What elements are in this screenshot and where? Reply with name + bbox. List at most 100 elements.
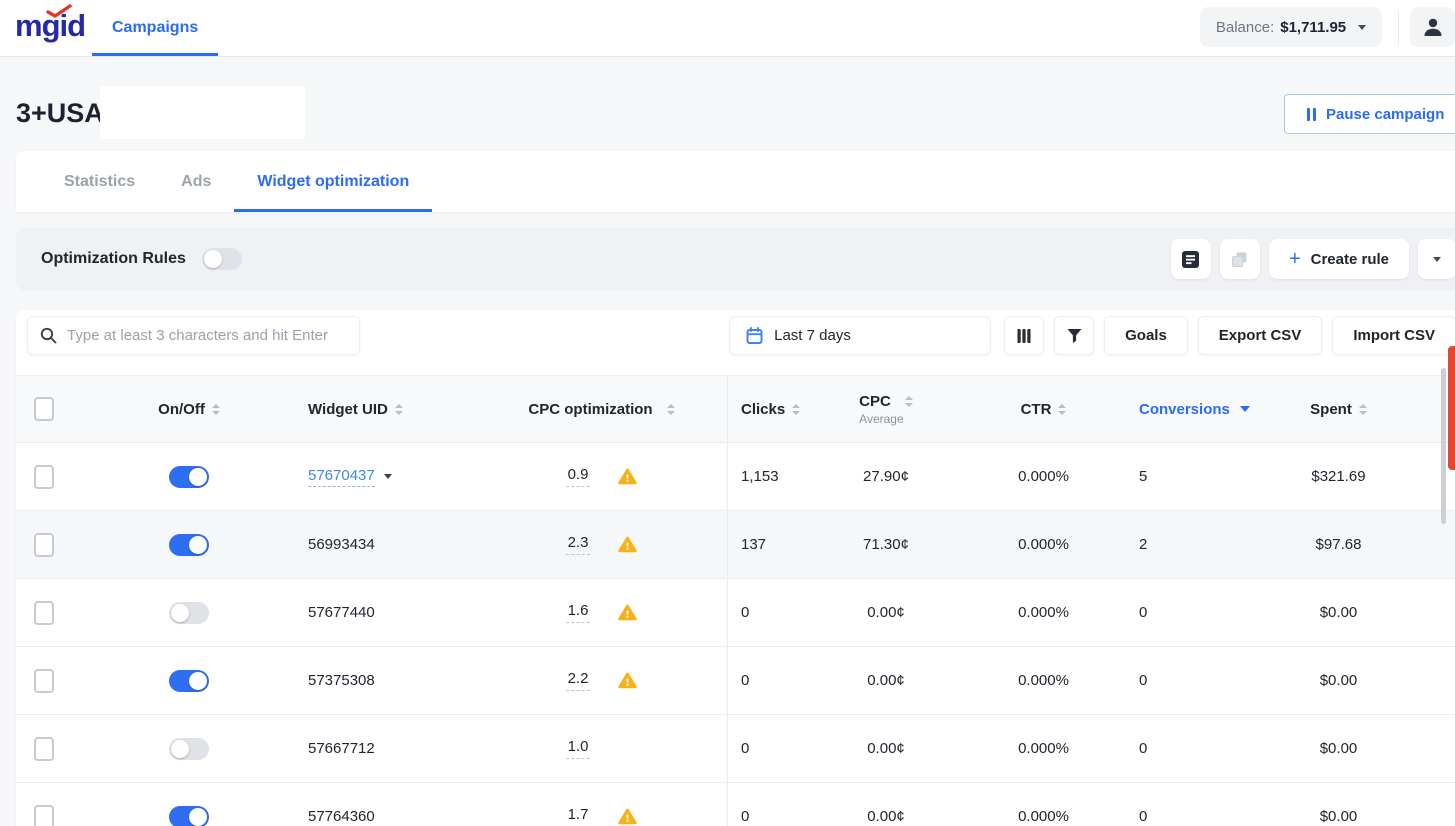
conversions-value: 0 <box>1121 783 1256 826</box>
balance-dropdown[interactable]: Balance: $1,711.95 <box>1200 7 1382 47</box>
tab-statistics[interactable]: Statistics <box>41 151 158 212</box>
warning-icon[interactable] <box>618 468 637 485</box>
ctr-value: 0.000% <box>966 715 1121 782</box>
chevron-down-icon <box>1358 25 1366 30</box>
widget-uid[interactable]: 57375308 <box>308 672 375 689</box>
toggle-knob <box>204 250 222 268</box>
sort-icon[interactable] <box>905 396 913 407</box>
onoff-toggle[interactable] <box>169 806 209 826</box>
widget-uid[interactable]: 57670437 <box>308 467 375 487</box>
cpc-optimization-value[interactable]: 0.9 <box>566 466 590 487</box>
pause-campaign-button[interactable]: Pause campaign <box>1284 94 1455 134</box>
search-input[interactable] <box>67 327 347 344</box>
nav-campaigns-label: Campaigns <box>112 19 198 37</box>
widget-uid[interactable]: 56993434 <box>308 536 375 553</box>
spent-value: $0.00 <box>1256 783 1455 826</box>
table-toolbar: Last 7 days Goals Export CSV Import CSV <box>16 310 1455 375</box>
row-checkbox[interactable] <box>34 601 54 625</box>
chevron-down-icon <box>1433 257 1441 262</box>
sort-icon[interactable] <box>395 404 403 415</box>
cpc-optimization-value[interactable]: 2.3 <box>566 534 590 555</box>
warning-icon[interactable] <box>618 604 637 621</box>
row-checkbox[interactable] <box>34 805 54 826</box>
goals-button[interactable]: Goals <box>1104 316 1188 355</box>
col-widget-uid-label: Widget UID <box>308 401 388 418</box>
chevron-down-icon[interactable] <box>384 474 392 479</box>
row-checkbox[interactable] <box>34 669 54 693</box>
conversions-value: 5 <box>1121 443 1256 510</box>
onoff-toggle[interactable] <box>169 534 209 556</box>
cpc-value: 0.00¢ <box>846 579 966 646</box>
spent-value: $0.00 <box>1256 647 1455 714</box>
import-csv-button[interactable]: Import CSV <box>1332 316 1455 355</box>
search-icon <box>40 327 57 344</box>
sort-icon[interactable] <box>792 404 800 415</box>
clicks-value: 137 <box>728 511 846 578</box>
row-checkbox[interactable] <box>34 465 54 489</box>
sort-icon[interactable] <box>1359 404 1367 415</box>
vertical-scrollbar-thumb[interactable] <box>1441 368 1446 524</box>
cpc-optimization-value[interactable]: 1.0 <box>566 738 590 759</box>
cpc-optimization-value[interactable]: 2.2 <box>566 670 590 691</box>
onoff-toggle[interactable] <box>169 670 209 692</box>
table-header-row: On/Off Widget UID CPC optimization Click… <box>16 375 1455 443</box>
warning-icon[interactable] <box>618 672 637 689</box>
sort-icon[interactable] <box>667 404 675 415</box>
mgid-campaign-page: mgid Campaigns Balance: $1,711.95 3+USA-… <box>0 0 1455 826</box>
col-spent-label: Spent <box>1310 401 1352 418</box>
onoff-toggle[interactable] <box>169 738 209 760</box>
side-feedback-tab[interactable] <box>1448 346 1455 470</box>
col-conversions-sorted[interactable]: Conversions <box>1121 376 1256 442</box>
create-rule-dropdown-button[interactable] <box>1418 239 1455 279</box>
warning-icon[interactable] <box>618 536 637 553</box>
clicks-value: 0 <box>728 783 846 826</box>
widget-search[interactable] <box>27 316 360 355</box>
filter-button[interactable] <box>1054 316 1094 355</box>
ctr-value: 0.000% <box>966 579 1121 646</box>
balance-value: $1,711.95 <box>1280 19 1346 36</box>
columns-button[interactable] <box>1004 316 1044 355</box>
clicks-value: 1,153 <box>728 443 846 510</box>
widgets-table-card: Last 7 days Goals Export CSV Import CSV … <box>16 310 1455 826</box>
create-rule-button[interactable]: + Create rule <box>1269 239 1409 279</box>
rules-actions: + Create rule <box>1171 239 1455 279</box>
widget-uid[interactable]: 57677440 <box>308 604 375 621</box>
tab-widget-optimization[interactable]: Widget optimization <box>234 151 432 212</box>
row-checkbox[interactable] <box>34 533 54 557</box>
optimization-rules-label: Optimization Rules <box>41 250 186 268</box>
toolbar-actions: Last 7 days Goals Export CSV Import CSV <box>729 316 1455 355</box>
topbar-divider <box>1398 11 1399 45</box>
tab-ads[interactable]: Ads <box>158 151 234 212</box>
col-ctr-label: CTR <box>1021 401 1052 418</box>
rules-copy-button[interactable] <box>1220 239 1260 279</box>
user-menu-button[interactable] <box>1410 7 1455 47</box>
cpc-optimization-value[interactable]: 1.6 <box>566 602 590 623</box>
conversions-value: 0 <box>1121 647 1256 714</box>
sort-desc-icon <box>1240 406 1250 412</box>
cpc-value: 0.00¢ <box>846 647 966 714</box>
redaction-box <box>100 86 305 139</box>
date-range-picker[interactable]: Last 7 days <box>729 316 991 355</box>
sort-icon[interactable] <box>212 404 220 415</box>
campaign-tabs: Statistics Ads Widget optimization <box>16 151 1455 212</box>
optimization-rules-toggle[interactable] <box>202 248 242 270</box>
select-all-checkbox[interactable] <box>34 397 54 421</box>
conversions-value: 0 <box>1121 579 1256 646</box>
export-csv-button[interactable]: Export CSV <box>1198 316 1323 355</box>
widget-uid[interactable]: 57667712 <box>308 740 375 757</box>
onoff-toggle[interactable] <box>169 466 209 488</box>
onoff-toggle[interactable] <box>169 602 209 624</box>
warning-icon[interactable] <box>618 808 637 825</box>
pause-icon <box>1307 108 1316 121</box>
ctr-value: 0.000% <box>966 511 1121 578</box>
top-bar: mgid Campaigns Balance: $1,711.95 <box>0 0 1455 57</box>
row-checkbox[interactable] <box>34 737 54 761</box>
plus-icon: + <box>1289 249 1301 269</box>
ctr-value: 0.000% <box>966 443 1121 510</box>
sort-icon[interactable] <box>1058 404 1066 415</box>
rules-list-button[interactable] <box>1171 239 1211 279</box>
nav-campaigns[interactable]: Campaigns <box>92 0 218 56</box>
widget-uid[interactable]: 57764360 <box>308 808 375 825</box>
cpc-optimization-value[interactable]: 1.7 <box>566 806 590 826</box>
ctr-value: 0.000% <box>966 783 1121 826</box>
